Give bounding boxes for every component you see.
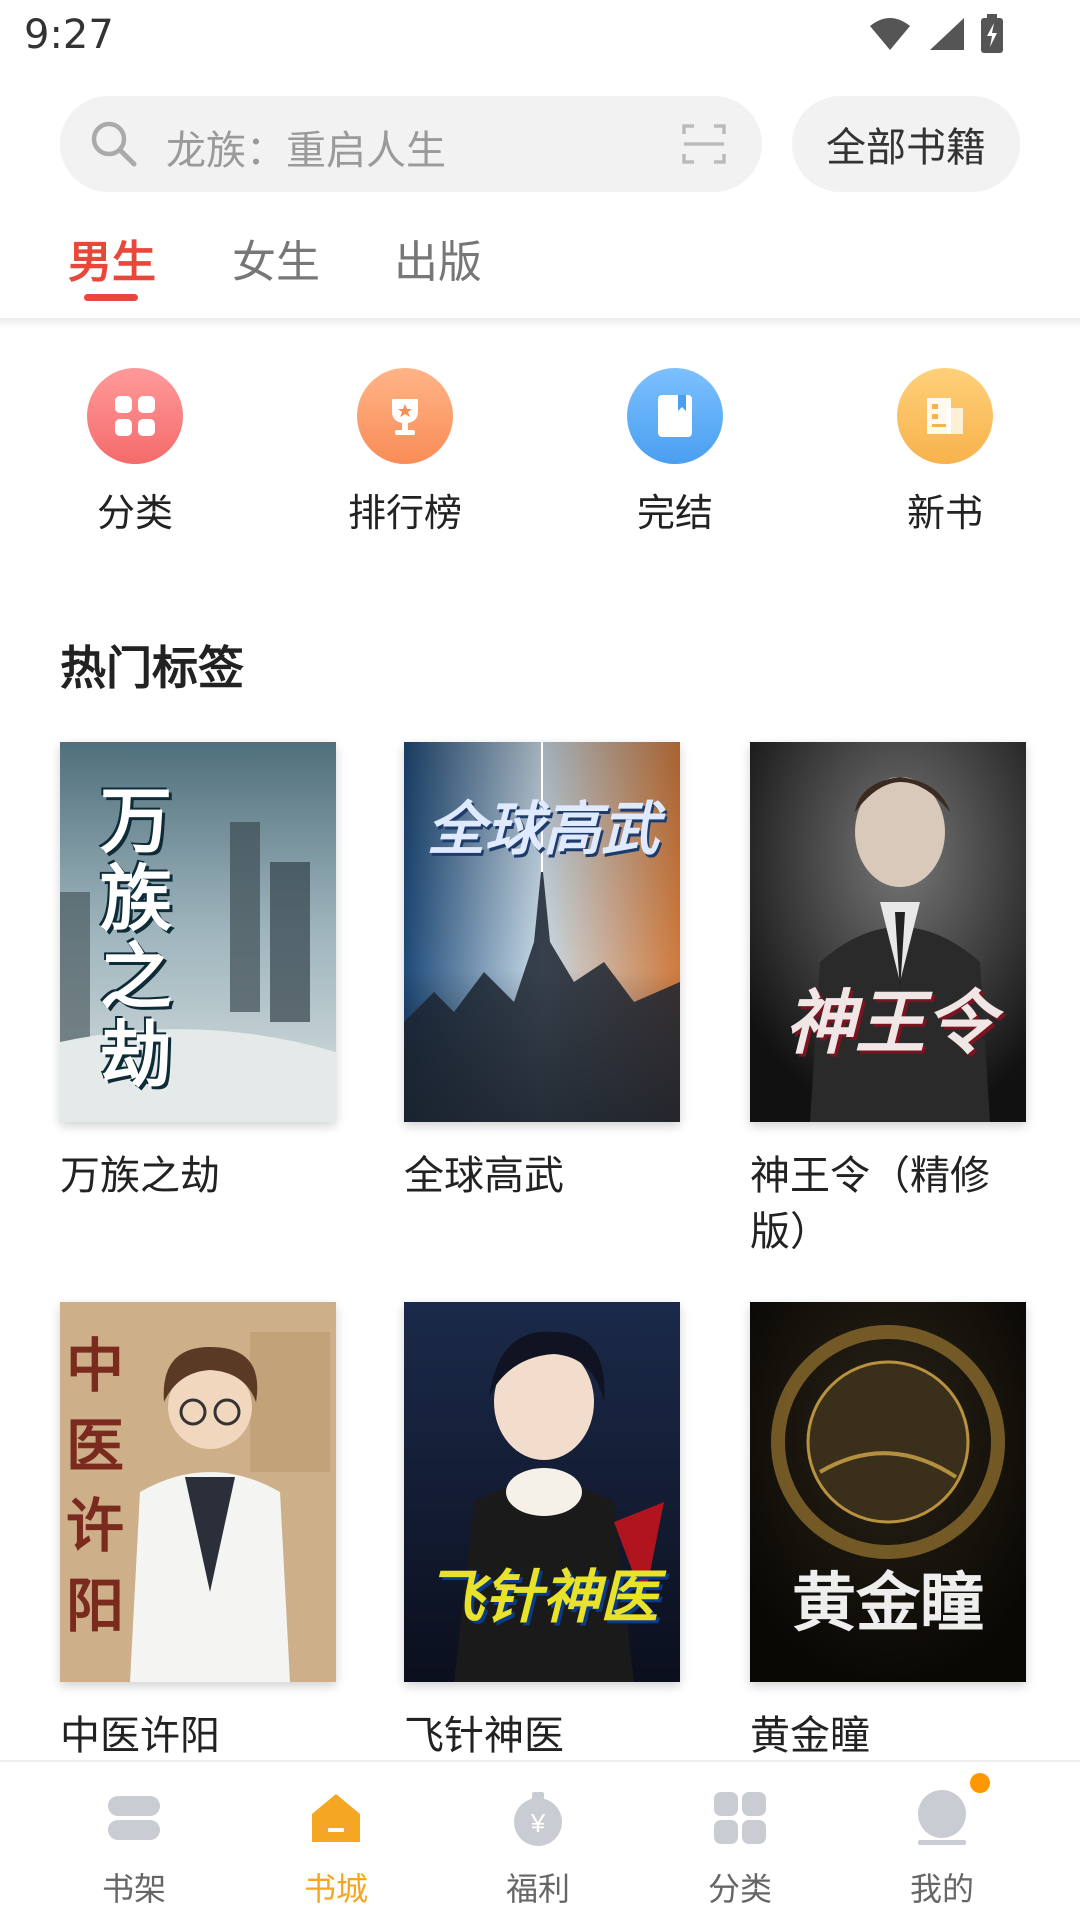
- status-time: 9:27: [24, 12, 114, 58]
- profile-icon: [918, 1790, 966, 1845]
- book-card[interactable]: 全球高武 全球高武: [404, 742, 680, 1204]
- quick-link-label: 分类: [96, 491, 173, 535]
- divider: [0, 318, 1080, 328]
- gender-tabs: 男生 女生 出版: [0, 222, 1080, 318]
- new-book-icon: [897, 368, 993, 464]
- bookstore-icon: [312, 1794, 360, 1842]
- all-books-button[interactable]: 全部书籍: [792, 96, 1020, 192]
- book-icon: [627, 368, 723, 464]
- battery-icon: [981, 14, 1003, 53]
- book-cover[interactable]: 全球高武: [404, 742, 680, 1122]
- quick-link-ranking[interactable]: 排行榜: [325, 368, 485, 537]
- book-title[interactable]: 神王令（精修版）: [750, 1148, 1026, 1260]
- book-card[interactable]: 中医许阳 中医许阳: [60, 1302, 336, 1764]
- scan-icon[interactable]: [680, 120, 728, 168]
- book-card[interactable]: 飞针神医 飞针神医: [404, 1302, 680, 1764]
- book-cover[interactable]: 黄金瞳: [750, 1302, 1026, 1682]
- quick-link-label: 新书: [906, 491, 983, 535]
- bottom-navigation: 书架 书城 ¥ 福利 分类 我的: [0, 1760, 1080, 1920]
- cover-title: 中医许阳: [66, 1332, 125, 1640]
- cover-title: 神王令: [785, 982, 995, 1064]
- quick-link-finished[interactable]: 完结: [595, 368, 755, 537]
- tab-publishing[interactable]: 出版: [394, 226, 482, 290]
- active-tab-indicator: [84, 294, 138, 301]
- status-bar: 9:27: [0, 0, 1080, 72]
- cover-title: 飞针神医: [425, 1563, 658, 1631]
- search-input[interactable]: 龙族：重启人生: [166, 118, 446, 176]
- book-title[interactable]: 万族之劫: [60, 1148, 336, 1204]
- category-icon: [714, 1792, 766, 1844]
- signal-icon: [930, 18, 964, 50]
- quick-link-new-books[interactable]: 新书: [865, 368, 1025, 537]
- notification-dot: [970, 1773, 990, 1793]
- nav-label: 福利: [505, 1870, 570, 1908]
- quick-link-category[interactable]: 分类: [55, 368, 215, 537]
- nav-label: 我的: [909, 1870, 974, 1908]
- cover-title: 全球高武: [426, 795, 659, 863]
- book-card[interactable]: 万族之劫 万族之劫: [60, 742, 336, 1204]
- book-title[interactable]: 中医许阳: [60, 1708, 336, 1764]
- nav-label: 书架: [101, 1870, 166, 1908]
- tab-male[interactable]: 男生: [68, 226, 156, 290]
- book-cover[interactable]: 飞针神医: [404, 1302, 680, 1682]
- nav-label: 书城: [303, 1870, 368, 1908]
- tab-female[interactable]: 女生: [232, 226, 320, 290]
- book-cover[interactable]: 中医许阳: [60, 1302, 336, 1682]
- bookshelf-icon: [108, 1796, 160, 1840]
- book-title[interactable]: 黄金瞳: [750, 1708, 1026, 1764]
- search-icon: [91, 121, 137, 167]
- nav-welfare[interactable]: ¥ 福利: [468, 1788, 608, 1910]
- trophy-icon: [357, 368, 453, 464]
- nav-profile[interactable]: 我的: [872, 1788, 1012, 1910]
- book-cover[interactable]: 万族之劫: [60, 742, 336, 1122]
- book-card[interactable]: 黄金瞳 黄金瞳: [750, 1302, 1026, 1764]
- book-title[interactable]: 全球高武: [404, 1148, 680, 1204]
- category-grid-icon: [87, 368, 183, 464]
- money-bag-icon: ¥: [514, 1792, 562, 1846]
- cover-title: 万族之劫: [100, 779, 173, 1097]
- section-title: 热门标签: [60, 641, 244, 695]
- book-cover[interactable]: 神王令: [750, 742, 1026, 1122]
- wifi-icon: [870, 18, 910, 50]
- nav-label: 分类: [707, 1870, 772, 1908]
- nav-category[interactable]: 分类: [670, 1788, 810, 1910]
- book-title[interactable]: 飞针神医: [404, 1708, 680, 1764]
- cover-title: 黄金瞳: [792, 1566, 984, 1641]
- quick-link-label: 完结: [636, 491, 713, 535]
- svg-text:¥: ¥: [530, 1808, 546, 1838]
- book-card[interactable]: 神王令 神王令（精修版）: [750, 742, 1026, 1260]
- quick-link-label: 排行榜: [347, 491, 462, 535]
- nav-bookstore[interactable]: 书城: [266, 1788, 406, 1910]
- nav-bookshelf[interactable]: 书架: [64, 1788, 204, 1910]
- search-bar[interactable]: 龙族：重启人生: [60, 96, 762, 192]
- status-icons: [868, 14, 1004, 54]
